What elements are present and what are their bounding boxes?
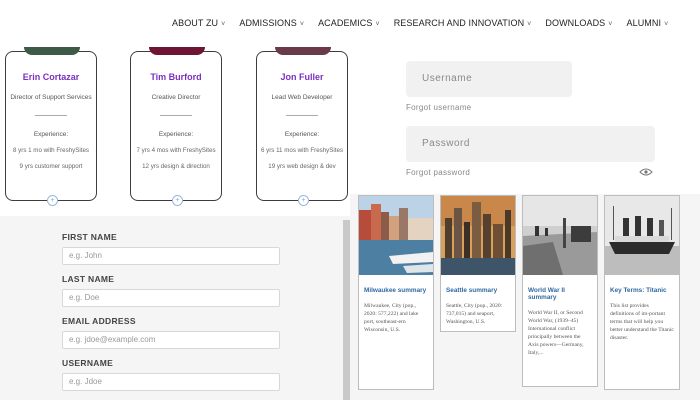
card-title: Seattle summary — [446, 287, 498, 294]
username-label: USERNAME — [62, 358, 114, 368]
avatar — [149, 47, 205, 55]
card-text: World War II, or Second World War, (1939… — [528, 310, 584, 356]
card-title: World War II summary — [528, 287, 565, 301]
avatar — [24, 47, 80, 55]
experience-line: 8 yrs 1 mo with FreshySites — [13, 147, 89, 154]
divider — [286, 115, 318, 116]
summary-card[interactable]: Seattle summary Seattle, City (pop., 202… — [440, 195, 516, 332]
page: ABOUT ZU ˅ ADMISSIONS ˅ ACADEMICS ˅ RESEARC… — [0, 0, 700, 400]
last-name-group: LAST NAME e.g. Doe — [62, 274, 280, 307]
forgot-password-link[interactable]: Forgot password — [406, 168, 470, 177]
titanic-photo — [605, 196, 679, 275]
nav-menu: ABOUT ZU ˅ ADMISSIONS ˅ ACADEMICS ˅ RESEARC… — [172, 18, 682, 28]
chevron-down-icon: ˅ — [664, 21, 669, 28]
email-group: EMAIL ADDRESS e.g. jdoe@example.com — [62, 316, 280, 349]
card-title: Key Terms: Titanic — [610, 287, 667, 294]
first-name-field[interactable]: e.g. John — [62, 247, 280, 265]
email-field[interactable]: e.g. jdoe@example.com — [62, 331, 280, 349]
top-navigation: ABOUT ZU ˅ ADMISSIONS ˅ ACADEMICS ˅ RESEARC… — [0, 0, 700, 46]
nav-item-academics[interactable]: ACADEMICS ˅ — [318, 18, 380, 28]
experience-label: Experience: — [158, 131, 194, 138]
team-member-role: Creative Director — [151, 94, 201, 101]
password-input[interactable]: Password — [406, 126, 655, 162]
nav-label: ALUMNI — [626, 18, 662, 28]
chevron-down-icon: ˅ — [299, 21, 305, 28]
experience-line: 12 yrs design & direction — [142, 163, 210, 170]
divider — [160, 115, 192, 116]
username-input[interactable]: Username — [406, 61, 572, 97]
chevron-down-icon: ˅ — [375, 21, 380, 28]
username-field[interactable]: e.g. Jdoe — [62, 373, 280, 391]
nav-item-admissions[interactable]: ADMISSIONS ˅ — [239, 18, 304, 28]
team-member-name: Tim Burford — [150, 72, 202, 82]
summary-card[interactable]: Milwaukee summary Milwaukee, City (pop.,… — [358, 195, 434, 390]
nav-item-alumni[interactable]: ALUMNI ˅ — [626, 18, 668, 28]
nav-item-downloads[interactable]: DOWNLOADS ˅ — [545, 18, 612, 28]
card-text: Seattle, City (pop., 2020: 737,015) and … — [446, 303, 503, 325]
summary-card[interactable]: Key Terms: Titanic This list provides de… — [604, 195, 680, 390]
card-text: Milwaukee, City (pop., 2020: 577,222) an… — [364, 303, 419, 333]
summary-card[interactable]: World War II summary World War II, or Se… — [522, 195, 598, 387]
summary-section: Milwaukee summary Milwaukee, City (pop.,… — [350, 194, 700, 400]
expand-icon[interactable]: + — [298, 195, 309, 206]
email-label: EMAIL ADDRESS — [62, 316, 136, 326]
experience-line: 7 yrs 4 mos with FreshySites — [136, 147, 216, 154]
team-member-role: Director of Support Services — [10, 94, 92, 101]
expand-icon[interactable]: + — [172, 195, 183, 206]
experience-line: 19 yrs web design & dev — [268, 163, 336, 170]
first-name-label: FIRST NAME — [62, 232, 117, 242]
nav-label: DOWNLOADS — [545, 18, 606, 28]
experience-line: 9 yrs customer support — [19, 163, 83, 170]
chevron-down-icon: ˅ — [527, 21, 532, 28]
card-title: Milwaukee summary — [364, 287, 427, 294]
avatar — [275, 47, 331, 55]
experience-label: Experience: — [284, 131, 320, 138]
milwaukee-photo — [359, 196, 433, 275]
nav-item-about[interactable]: ABOUT ZU ˅ — [172, 18, 225, 28]
forgot-username-link[interactable]: Forgot username — [406, 103, 471, 112]
nav-label: ABOUT ZU — [172, 18, 219, 28]
card-text: This list provides definitions of im-por… — [610, 303, 674, 341]
last-name-label: LAST NAME — [62, 274, 115, 284]
nav-label: RESEARCH AND INNOVATION — [393, 18, 525, 28]
expand-icon[interactable]: + — [47, 195, 58, 206]
username-group: USERNAME e.g. Jdoe — [62, 358, 280, 391]
wwii-photo — [523, 196, 597, 275]
scrollbar[interactable] — [343, 220, 350, 400]
signup-form: FIRST NAME e.g. John LAST NAME e.g. Doe … — [0, 216, 350, 400]
seattle-photo — [441, 196, 515, 275]
team-card: Jon Fuller Lead Web Developer Experience… — [256, 47, 348, 206]
experience-label: Experience: — [33, 131, 69, 138]
chevron-down-icon: ˅ — [221, 21, 226, 28]
nav-label: ADMISSIONS — [239, 18, 297, 28]
login-panel: Username Forgot username Password Forgot… — [350, 46, 700, 194]
left-panel: Erin Cortazar Director of Support Servic… — [0, 46, 350, 400]
chevron-down-icon: ˅ — [608, 21, 613, 28]
eye-icon[interactable] — [639, 168, 653, 176]
divider — [35, 115, 67, 116]
team-member-name: Jon Fuller — [280, 72, 324, 82]
team-member-name: Erin Cortazar — [22, 72, 80, 82]
experience-line: 6 yrs 11 mos with FreshySites — [260, 147, 344, 154]
team-member-role: Lead Web Developer — [271, 94, 333, 101]
nav-label: ACADEMICS — [318, 18, 373, 28]
team-card: Erin Cortazar Director of Support Servic… — [5, 47, 97, 206]
first-name-group: FIRST NAME e.g. John — [62, 232, 280, 265]
nav-item-research[interactable]: RESEARCH AND INNOVATION ˅ — [394, 18, 532, 28]
team-card: Tim Burford Creative Director Experience… — [130, 47, 222, 206]
last-name-field[interactable]: e.g. Doe — [62, 289, 280, 307]
team-section: Erin Cortazar Director of Support Servic… — [0, 46, 350, 216]
